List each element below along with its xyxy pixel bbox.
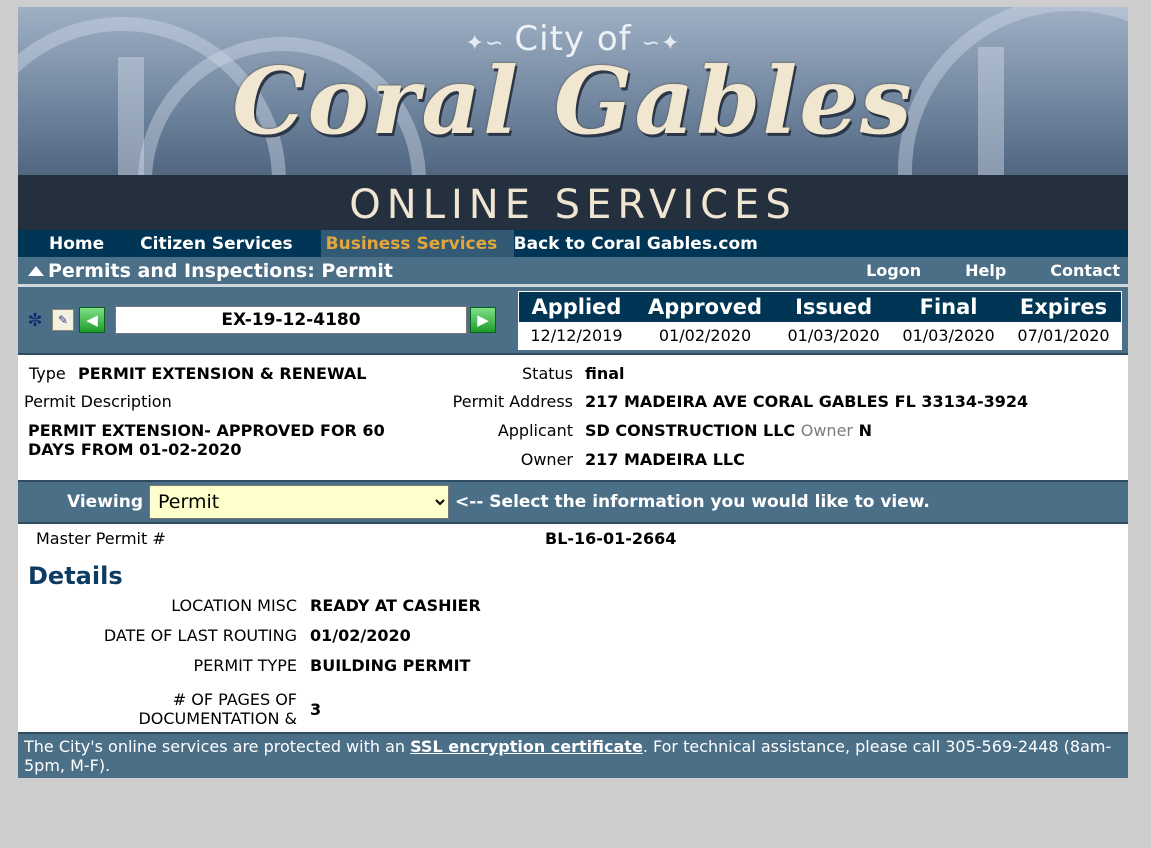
detail-value: 01/02/2020 xyxy=(310,626,411,645)
owner-label: Owner xyxy=(520,450,573,469)
date-expires: 07/01/2020 xyxy=(1006,322,1121,349)
permit-info: Type PERMIT EXTENSION & RENEWAL Permit D… xyxy=(18,355,1128,480)
binoculars-icon[interactable]: ✼ xyxy=(23,308,47,332)
date-issued: 01/03/2020 xyxy=(776,322,892,349)
collapse-triangle-icon[interactable] xyxy=(28,265,44,276)
detail-row: DATE OF LAST ROUTING 01/02/2020 xyxy=(18,626,1128,656)
address-label: Permit Address xyxy=(452,392,573,411)
banner-online-services: ONLINE SERVICES xyxy=(349,182,797,228)
master-permit-row: Master Permit # BL-16-01-2664 xyxy=(18,524,1128,552)
permit-dates-table: Applied Approved Issued Final Expires 12… xyxy=(518,291,1122,350)
date-header-expires: Expires xyxy=(1006,292,1121,322)
viewing-hint: <-- Select the information you would lik… xyxy=(455,492,930,512)
prev-arrow-icon[interactable]: ◀ xyxy=(79,307,105,333)
details-title: Details xyxy=(28,562,123,590)
type-label: Type xyxy=(29,364,66,383)
permit-number-input[interactable] xyxy=(115,306,467,334)
detail-value: BUILDING PERMIT xyxy=(310,656,471,675)
top-nav: Home Citizen Services Business Services … xyxy=(18,230,1128,257)
viewing-bar: Viewing Permit <-- Select the informatio… xyxy=(18,480,1128,524)
viewing-label: Viewing xyxy=(67,492,144,512)
date-header-issued: Issued xyxy=(776,292,892,322)
nav-home[interactable]: Home xyxy=(35,230,118,257)
edit-icon[interactable]: ✎ xyxy=(52,309,74,331)
banner-logo-script: Coral Gables xyxy=(232,47,914,155)
help-link[interactable]: Help xyxy=(929,261,1014,280)
detail-label: PERMIT TYPE xyxy=(193,656,297,675)
master-permit-value[interactable]: BL-16-01-2664 xyxy=(545,529,676,548)
applicant-value: SD CONSTRUCTION LLC xyxy=(585,421,796,440)
date-header-approved: Approved xyxy=(633,292,777,322)
detail-label: DATE OF LAST ROUTING xyxy=(103,626,297,645)
description-label: Permit Description xyxy=(24,392,172,411)
nav-business-services[interactable]: Business Services xyxy=(320,230,514,257)
date-approved: 01/02/2020 xyxy=(633,322,777,349)
detail-row: LOCATION MISC READY AT CASHIER xyxy=(18,596,1128,626)
detail-label: # OF PAGES OF DOCUMENTATION & xyxy=(138,690,297,728)
date-header-final: Final xyxy=(891,292,1006,322)
detail-label: LOCATION MISC xyxy=(171,596,297,615)
master-permit-label: Master Permit # xyxy=(36,529,166,548)
detail-value: 3 xyxy=(310,699,322,719)
nav-back-to-coral-gables[interactable]: Back to Coral Gables.com xyxy=(514,230,772,257)
footer-text-before: The City's online services are protected… xyxy=(24,737,411,756)
applicant-row: SD CONSTRUCTION LLC Owner N xyxy=(585,421,872,440)
detail-value: READY AT CASHIER xyxy=(310,596,481,615)
detail-row: PERMIT TYPE BUILDING PERMIT xyxy=(18,656,1128,686)
logon-link[interactable]: Logon xyxy=(866,261,929,280)
viewing-select[interactable]: Permit xyxy=(149,485,450,519)
footer: The City's online services are protected… xyxy=(18,732,1128,778)
site-banner: ✦∽ City of ∽✦ Coral Gables ONLINE SERVICES xyxy=(18,7,1128,230)
status-label: Status xyxy=(522,364,573,383)
contact-link[interactable]: Contact xyxy=(1014,261,1128,280)
permit-search-bar: ✼ ✎ ◀ ▶ Applied Approved Issued Final Ex… xyxy=(18,284,1128,355)
owner-value: 217 MADEIRA LLC xyxy=(585,450,745,469)
date-header-applied: Applied xyxy=(519,292,634,322)
page-title: Permits and Inspections: Permit xyxy=(48,259,393,282)
date-applied: 12/12/2019 xyxy=(519,322,634,349)
title-bar: Permits and Inspections: Permit Logon He… xyxy=(18,257,1128,284)
detail-row: # OF PAGES OF DOCUMENTATION & 3 xyxy=(18,686,1128,732)
status-value: final xyxy=(585,364,625,383)
date-final: 01/03/2020 xyxy=(891,322,1006,349)
title-links: Logon Help Contact xyxy=(866,261,1128,280)
nav-citizen-services[interactable]: Citizen Services xyxy=(126,230,307,257)
ssl-certificate-link[interactable]: SSL encryption certificate xyxy=(410,737,643,756)
page-frame: ✦∽ City of ∽✦ Coral Gables ONLINE SERVICES… xyxy=(18,7,1128,778)
address-value: 217 MADEIRA AVE CORAL GABLES FL 33134-39… xyxy=(585,392,1029,411)
applicant-label: Applicant xyxy=(497,421,573,440)
owner-flag-label: Owner xyxy=(800,421,853,440)
next-arrow-icon[interactable]: ▶ xyxy=(470,307,496,333)
owner-flag-value: N xyxy=(858,421,872,440)
